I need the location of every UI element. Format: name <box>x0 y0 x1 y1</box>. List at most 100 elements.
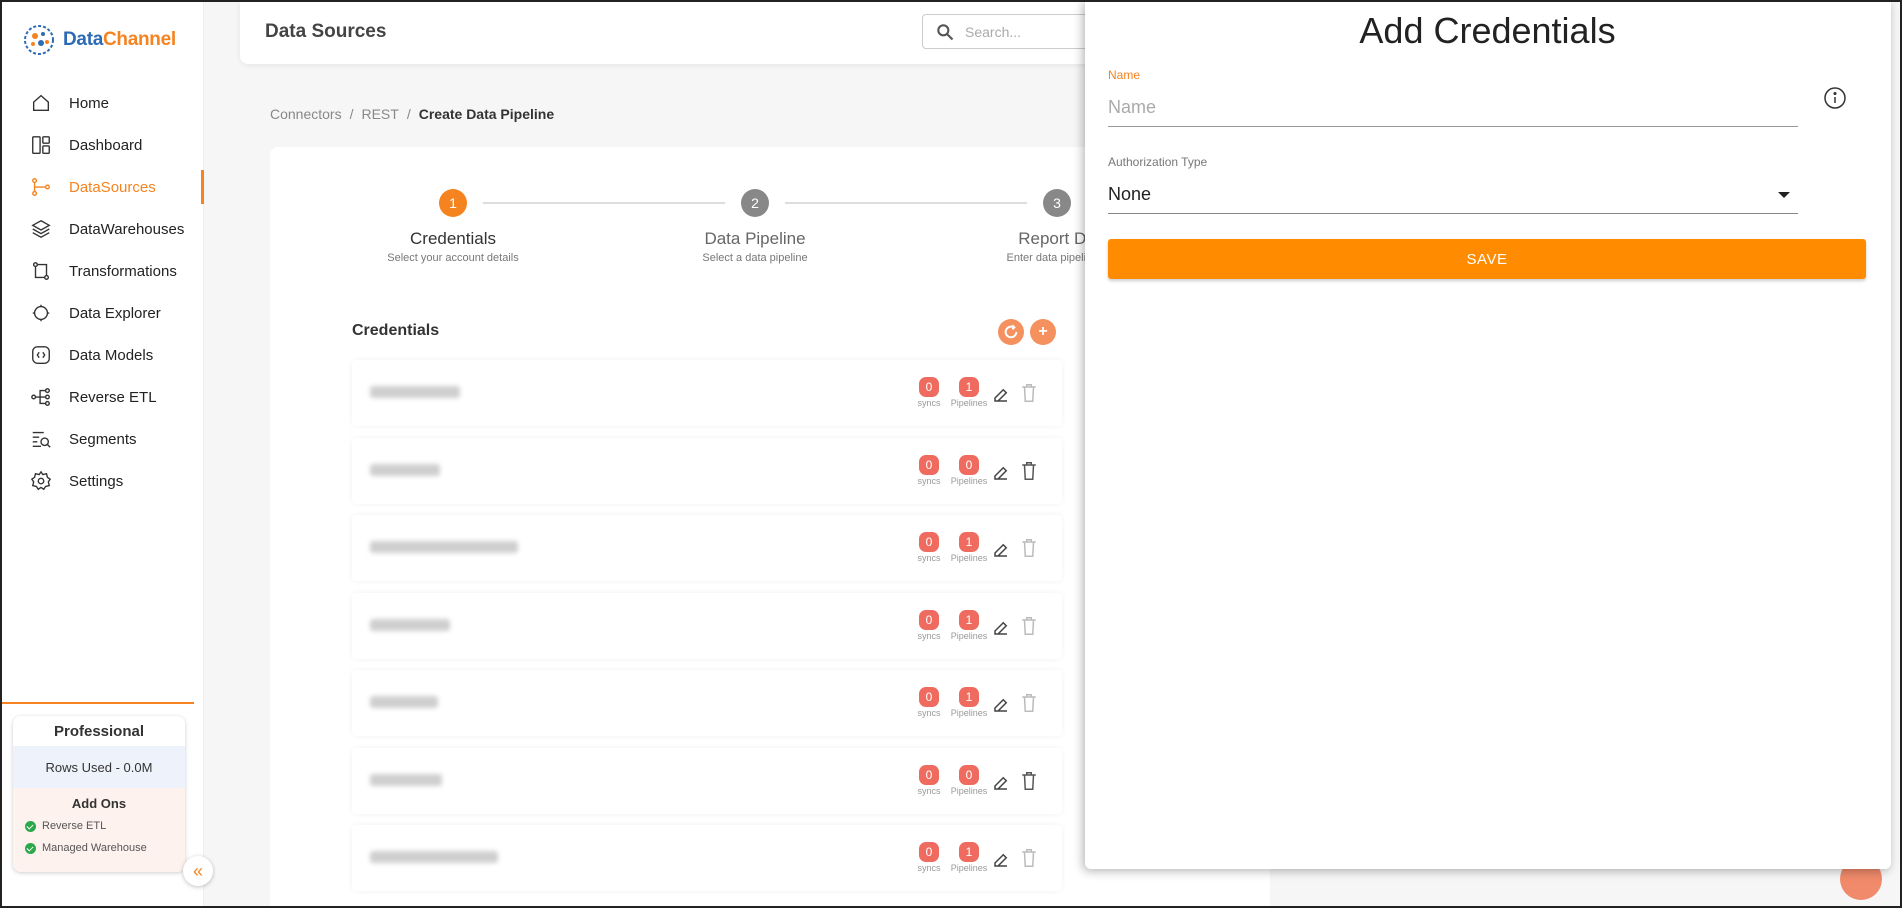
models-icon <box>29 343 53 367</box>
credentials-heading: Credentials <box>352 322 440 339</box>
logo-icon <box>24 25 54 55</box>
sidebar-item-label: Settings <box>69 472 124 490</box>
logo-text: DataChannel <box>63 29 176 50</box>
pipelines-label: Pipelines <box>950 475 988 486</box>
credential-row[interactable]: 0 syncs 1 Pipelines <box>352 825 1062 891</box>
pipelines-count: 1 Pipelines <box>947 687 991 718</box>
pipelines-label: Pipelines <box>950 630 988 641</box>
add-credential-button[interactable]: + <box>1030 319 1056 345</box>
pipelines-label: Pipelines <box>950 553 988 563</box>
credential-row[interactable]: 0 syncs 1 Pipelines <box>352 670 1062 736</box>
sidebar-item-segments[interactable]: Segments <box>2 418 204 460</box>
trash-icon[interactable] <box>1020 692 1038 714</box>
auth-type-label: Authorization Type <box>1108 155 1208 169</box>
trash-icon[interactable] <box>1020 382 1038 404</box>
addons-section: Add Ons Reverse ETL Managed Warehouse <box>13 788 185 872</box>
trash-icon[interactable] <box>1020 460 1038 482</box>
step-number: 1 <box>439 189 467 217</box>
addon-item: Reverse ETL <box>13 815 185 837</box>
sidebar-item-data-explorer[interactable]: Data Explorer <box>2 292 204 334</box>
logo[interactable]: DataChannel <box>21 22 176 58</box>
breadcrumb-connectors[interactable]: Connectors <box>270 106 342 122</box>
syncs-label: syncs <box>917 475 941 486</box>
sidebar-item-datawarehouses[interactable]: DataWarehouses <box>2 208 204 250</box>
addon-item: Managed Warehouse <box>13 837 185 859</box>
rows-used: Rows Used - 0.0M <box>13 746 185 788</box>
addon-label: Reverse ETL <box>42 820 107 832</box>
auth-type-value: None <box>1108 184 1152 204</box>
sidebar-item-reverse-etl[interactable]: Reverse ETL <box>2 376 204 418</box>
refresh-icon <box>1004 324 1018 339</box>
reverse-etl-icon <box>29 385 53 409</box>
breadcrumb-separator: / <box>406 106 411 122</box>
trash-icon[interactable] <box>1020 847 1038 869</box>
sidebar-item-label: DataWarehouses <box>69 220 185 238</box>
sidebar-item-label: Reverse ETL <box>69 388 157 406</box>
sidebar-item-label: Transformations <box>69 262 177 280</box>
plan-card: Professional Rows Used - 0.0M Add Ons Re… <box>13 716 185 872</box>
pipelines-badge: 1 <box>959 842 979 862</box>
credential-row[interactable]: 0 syncs 1 Pipelines <box>352 515 1062 581</box>
pipelines-badge: 1 <box>959 377 979 397</box>
trash-icon[interactable] <box>1020 770 1038 792</box>
credential-row[interactable]: 0 syncs 1 Pipelines <box>352 360 1062 426</box>
refresh-button[interactable] <box>998 319 1024 345</box>
edit-icon[interactable] <box>992 541 1010 559</box>
edit-icon[interactable] <box>992 464 1010 482</box>
edit-icon[interactable] <box>992 851 1010 869</box>
gear-icon <box>29 469 53 493</box>
syncs-badge: 0 <box>919 842 939 862</box>
sidebar-item-transformations[interactable]: Transformations <box>2 250 204 292</box>
pipelines-badge: 1 <box>959 687 979 707</box>
sidebar-item-label: Segments <box>69 430 137 448</box>
syncs-count: 0 syncs <box>907 454 951 486</box>
syncs-badge: 0 <box>919 609 939 630</box>
collapse-sidebar-button[interactable]: « <box>183 856 213 886</box>
pipelines-count: 1 Pipelines <box>947 377 991 408</box>
syncs-count: 0 syncs <box>907 687 951 718</box>
pipelines-badge: 1 <box>959 532 979 552</box>
info-icon[interactable] <box>1823 86 1847 110</box>
credential-name-redacted <box>370 463 440 476</box>
stepper: 1 Credentials Select your account detail… <box>270 187 1170 267</box>
sidebar-item-label: DataSources <box>69 178 156 196</box>
credential-row[interactable]: 0 syncs 0 Pipelines <box>352 747 1062 814</box>
sidebar-item-settings[interactable]: Settings <box>2 460 204 502</box>
sidebar-item-label: Home <box>69 94 110 112</box>
sidebar-item-home[interactable]: Home <box>2 82 204 124</box>
auth-type-select[interactable]: None <box>1108 176 1798 214</box>
pipelines-badge: 0 <box>959 454 979 475</box>
syncs-label: syncs <box>917 708 941 718</box>
trash-icon[interactable] <box>1020 615 1038 637</box>
syncs-count: 0 syncs <box>907 532 951 563</box>
edit-icon[interactable] <box>992 619 1010 637</box>
sidebar-item-data-models[interactable]: Data Models <box>2 334 204 376</box>
trash-icon[interactable] <box>1020 537 1038 559</box>
save-button[interactable]: SAVE <box>1108 239 1866 279</box>
pipelines-count: 1 Pipelines <box>947 842 991 873</box>
sidebar: DataChannel Home Dashboard DataSources D… <box>2 2 204 906</box>
step-data-pipeline[interactable]: 2 Data Pipeline Select a data pipeline <box>665 187 845 264</box>
syncs-count: 0 syncs <box>907 842 951 873</box>
panel-title: Add Credentials <box>1359 10 1616 51</box>
explorer-icon <box>29 301 53 325</box>
sidebar-nav: Home Dashboard DataSources DataWarehouse… <box>2 82 204 502</box>
credential-row[interactable]: 0 syncs 0 Pipelines <box>352 437 1062 504</box>
edit-icon[interactable] <box>992 696 1010 714</box>
search-icon <box>937 23 954 40</box>
pipelines-count: 0 Pipelines <box>947 454 991 486</box>
breadcrumb-rest[interactable]: REST <box>361 106 398 122</box>
add-credentials-panel: Add Credentials Name Authorization Type … <box>1085 0 1891 869</box>
sidebar-item-dashboard[interactable]: Dashboard <box>2 124 204 166</box>
double-chevron-left-icon: « <box>192 860 203 881</box>
sidebar-item-datasources[interactable]: DataSources <box>2 166 204 208</box>
credential-name-redacted <box>370 851 498 863</box>
credential-name-redacted <box>370 541 518 553</box>
step-credentials[interactable]: 1 Credentials Select your account detail… <box>363 187 543 264</box>
edit-icon[interactable] <box>992 386 1010 404</box>
addon-label: Managed Warehouse <box>42 842 147 854</box>
syncs-count: 0 syncs <box>907 377 951 408</box>
name-field[interactable] <box>1108 89 1798 127</box>
credential-row[interactable]: 0 syncs 1 Pipelines <box>352 592 1062 659</box>
edit-icon[interactable] <box>992 774 1010 792</box>
